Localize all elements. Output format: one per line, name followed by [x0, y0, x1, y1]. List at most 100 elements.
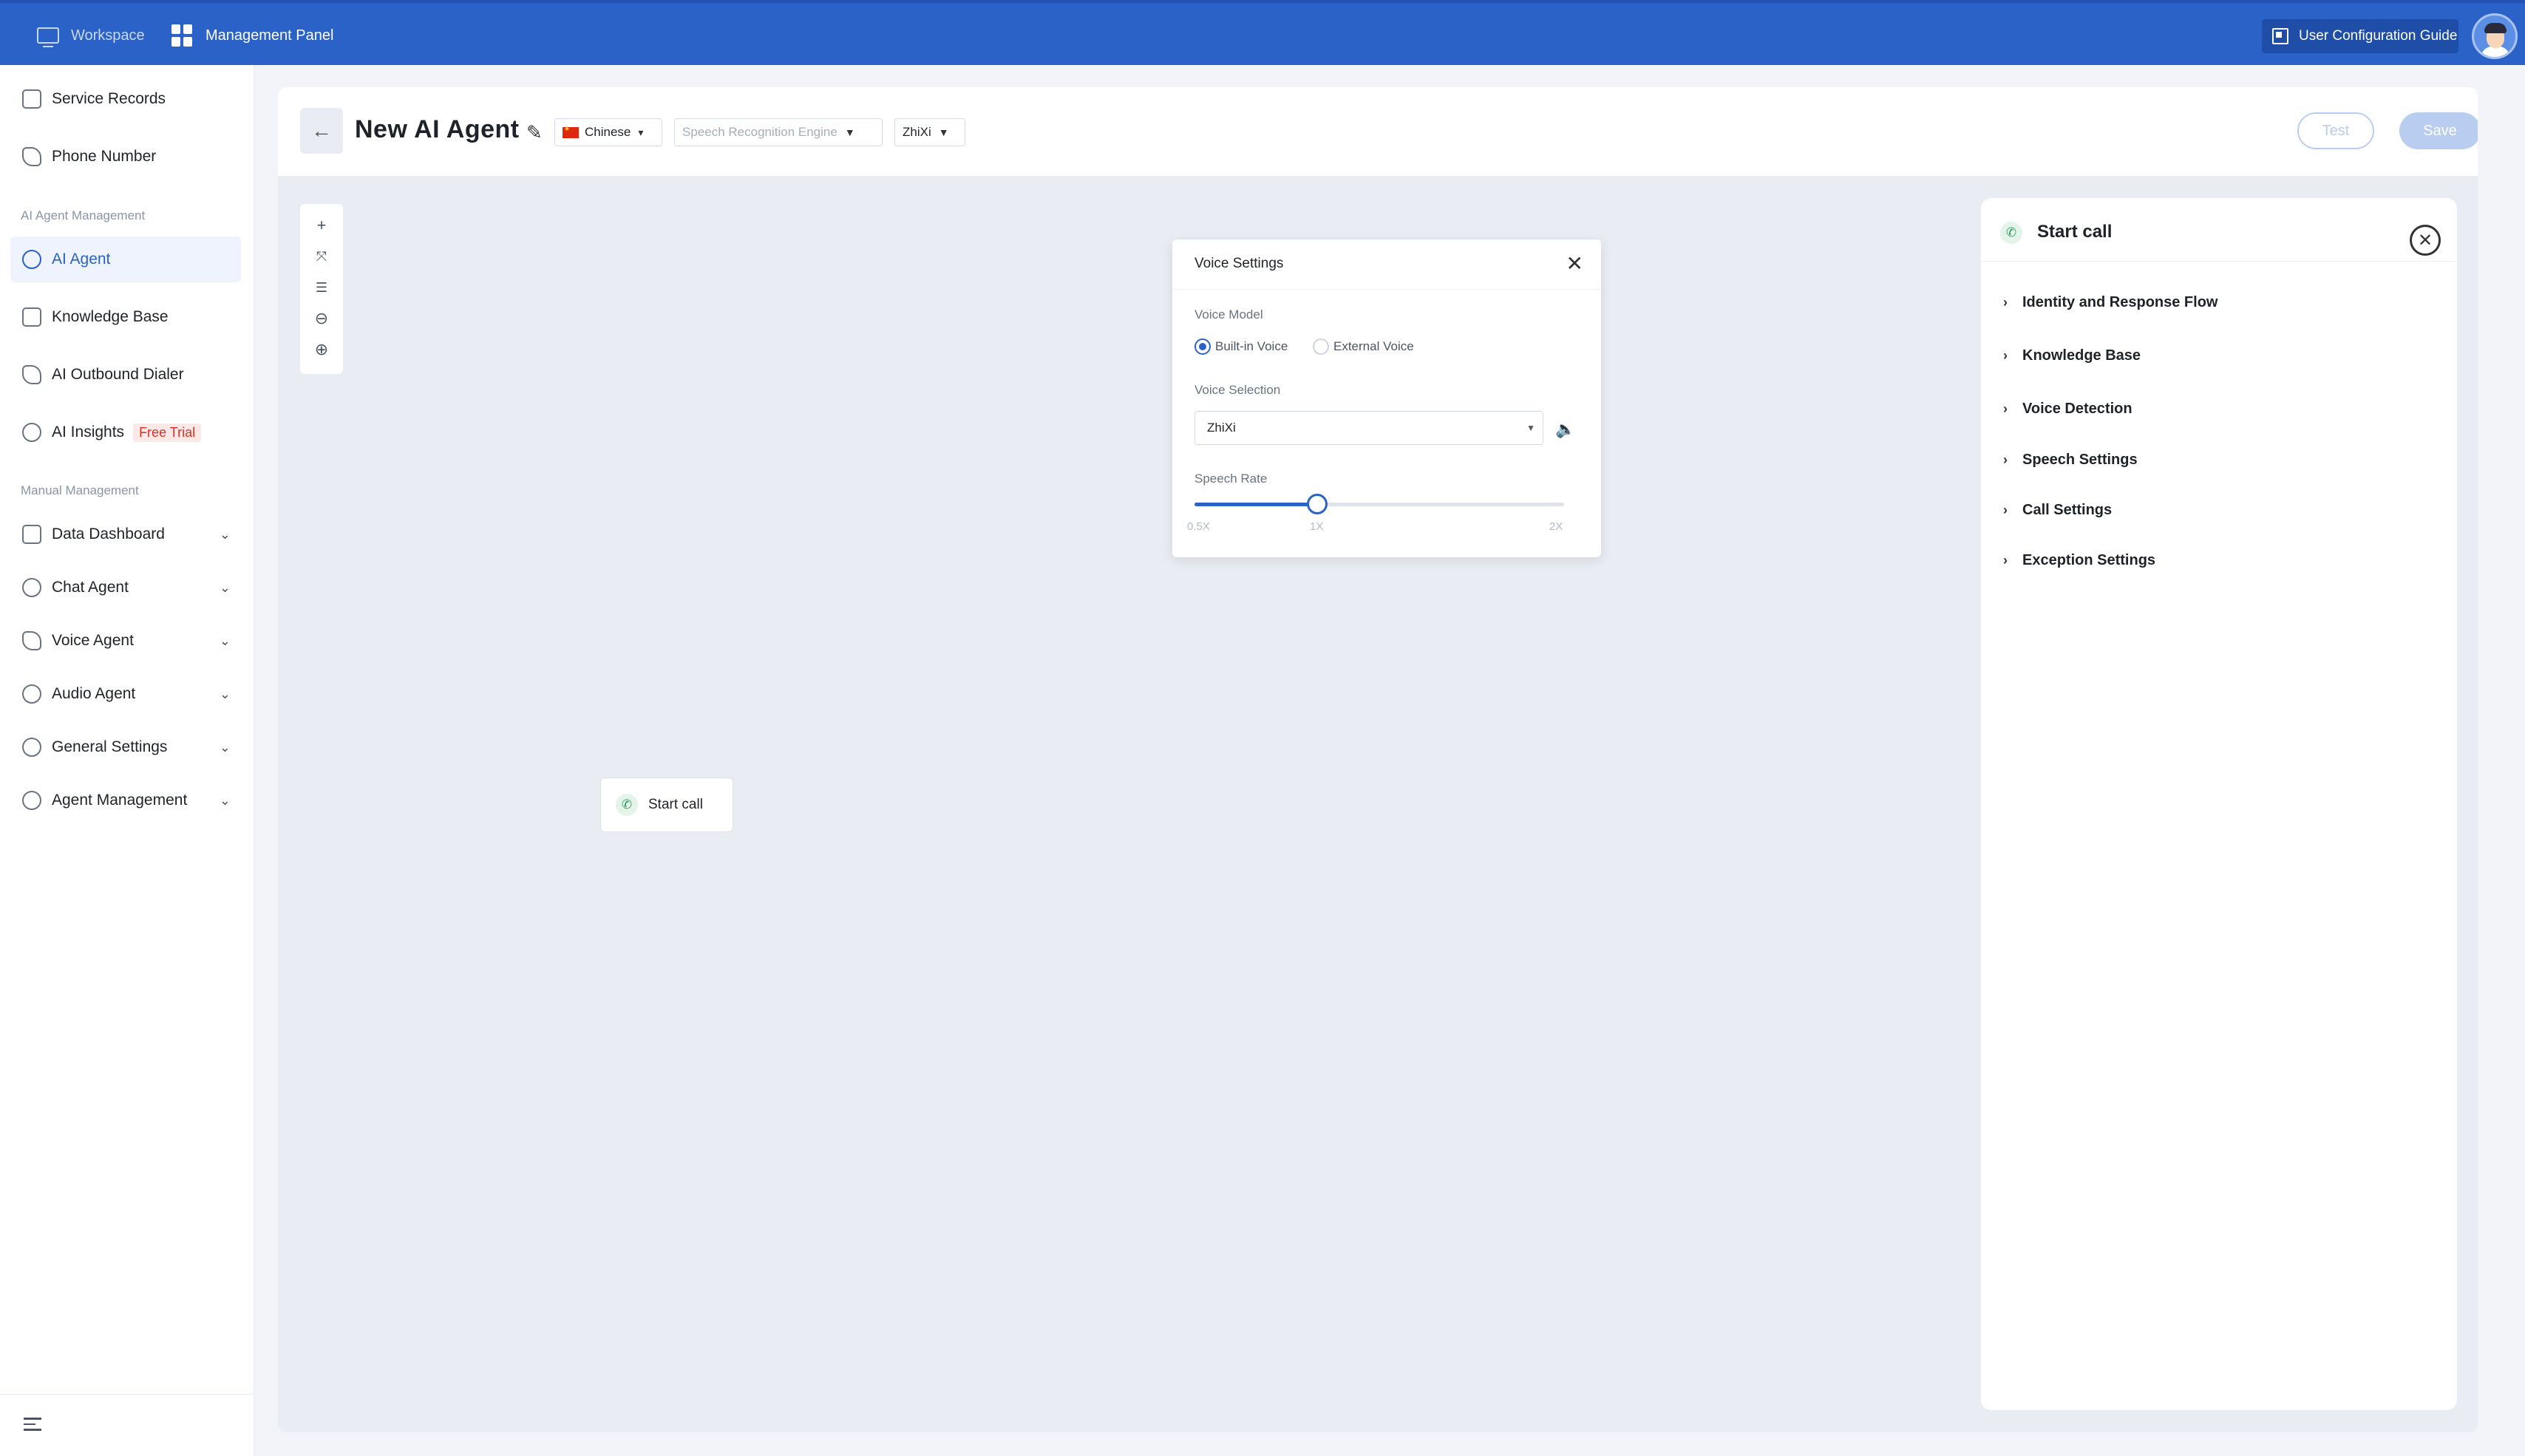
main-canvas-area: ← New AI Agent ✎ Chinese ▾ Speech Recogn… [278, 87, 2478, 1432]
start-call-node[interactable]: ✆ Start call [600, 778, 733, 832]
sidebar-item-label: Knowledge Base [52, 308, 169, 325]
management-panel-link[interactable]: Management Panel [171, 22, 333, 49]
section-exception-settings[interactable]: › Exception Settings [2003, 552, 2155, 569]
phone-icon [22, 147, 41, 166]
language-select[interactable]: Chinese ▾ [554, 118, 662, 146]
voice-select[interactable]: ZhiXi ▼ [894, 118, 965, 146]
users-icon [22, 791, 41, 810]
gear-icon [22, 738, 41, 757]
sidebar-item-agent-management[interactable]: Agent Management ⌄ [10, 778, 241, 823]
node-properties-panel: ✆ Start call ✕ › Identity and Response Fl… [1981, 198, 2457, 1410]
panel-header: ✆ Start call ✕ [1981, 198, 2457, 262]
close-icon[interactable]: ✕ [1566, 251, 1583, 276]
sidebar-item-audio-agent[interactable]: Audio Agent ⌄ [10, 671, 241, 717]
sidebar-item-knowledge-base[interactable]: Knowledge Base [10, 294, 241, 340]
zoom-in-icon[interactable]: ⊕ [310, 339, 333, 361]
section-label: Call Settings [2022, 502, 2113, 518]
sidebar-item-label: Chat Agent [52, 579, 129, 596]
sidebar-item-label: Agent Management [52, 792, 188, 809]
caret-down-icon: ▼ [844, 126, 855, 138]
voice-settings-header: Voice Settings ✕ [1172, 239, 1601, 290]
section-label: Voice Detection [2022, 401, 2133, 417]
built-in-voice-label: Built-in Voice [1215, 339, 1288, 353]
section-identity-and-response-flow[interactable]: › Identity and Response Flow [2003, 294, 2218, 311]
chevron-right-icon: › [2003, 348, 2008, 363]
chevron-right-icon: › [2003, 401, 2008, 416]
sidebar-item-service-records[interactable]: Service Records [10, 76, 241, 122]
radio-unselected-icon [1313, 339, 1329, 355]
save-button[interactable]: Save [2399, 112, 2478, 149]
section-label: Knowledge Base [2022, 347, 2141, 364]
test-button[interactable]: Test [2297, 112, 2374, 149]
avatar[interactable] [2472, 13, 2518, 59]
zoom-out-icon[interactable]: ⊖ [310, 307, 333, 330]
sidebar-item-ai-insights[interactable]: AI Insights Free Trial [10, 409, 241, 455]
speech-rate-track[interactable] [1194, 503, 1564, 506]
caret-down-icon: ▾ [638, 126, 644, 138]
sidebar-item-ai-outbound-dialer[interactable]: AI Outbound Dialer [10, 352, 241, 398]
sidebar-item-ai-agent[interactable]: AI Agent [10, 237, 241, 282]
grid-icon [171, 24, 194, 47]
monitor-icon [37, 27, 59, 47]
sidebar-item-label: Voice Agent [52, 632, 134, 649]
chevron-down-icon: ⌄ [219, 526, 231, 542]
sidebar-item-label: AI Agent [52, 251, 111, 268]
document-icon [22, 89, 41, 109]
caret-down-icon: ▼ [1526, 423, 1535, 433]
node-label: Start call [648, 797, 703, 812]
speech-rate-slider-handle[interactable] [1307, 494, 1328, 514]
speech-rate-label: Speech Rate [1194, 472, 1268, 486]
sidebar-item-phone-number[interactable]: Phone Number [10, 134, 241, 180]
phone-icon: ✆ [616, 794, 638, 816]
section-speech-settings[interactable]: › Speech Settings [2003, 452, 2138, 469]
built-in-voice-radio[interactable]: Built-in Voice [1194, 339, 1288, 355]
phone-icon [22, 631, 41, 650]
panel-title: Start call [2037, 222, 2113, 242]
voice-model-label: Voice Model [1194, 307, 1263, 322]
sidebar-item-general-settings[interactable]: General Settings ⌄ [10, 724, 241, 770]
sidebar-item-label: AI Outbound Dialer [52, 366, 184, 383]
free-trial-badge: Free Trial [133, 423, 202, 442]
collapse-menu-icon[interactable] [24, 1418, 41, 1432]
speech-rate-fill [1194, 503, 1317, 506]
speech-recognition-engine-select[interactable]: Speech Recognition Engine ▼ [674, 118, 883, 146]
workspace-link[interactable]: Workspace [37, 22, 145, 49]
sidebar-item-voice-agent[interactable]: Voice Agent ⌄ [10, 618, 241, 664]
rate-min-label: 0.5X [1187, 520, 1210, 533]
section-label: Speech Settings [2022, 452, 2138, 468]
chevron-right-icon: › [2003, 553, 2008, 568]
voice-settings-title: Voice Settings [1194, 256, 1284, 271]
voice-value: ZhiXi [903, 125, 931, 139]
engine-placeholder: Speech Recognition Engine [682, 125, 837, 139]
close-icon[interactable]: ✕ [2410, 225, 2441, 256]
gear-icon [22, 250, 41, 269]
agent-header: ← New AI Agent ✎ Chinese ▾ Speech Recogn… [278, 87, 2478, 176]
rate-max-label: 2X [1549, 520, 1563, 533]
fit-view-icon[interactable]: ⤧ [310, 245, 333, 268]
page-title: New AI Agent [355, 115, 520, 143]
chevron-down-icon: ⌄ [219, 792, 231, 808]
voice-selection-select[interactable]: ZhiXi ▼ [1194, 411, 1543, 445]
section-voice-detection[interactable]: › Voice Detection [2003, 401, 2133, 418]
phone-icon: ✆ [2000, 222, 2022, 244]
speaker-icon[interactable]: 🔈 [1555, 420, 1575, 439]
language-value: Chinese [585, 125, 631, 139]
add-icon[interactable]: + [310, 214, 333, 237]
back-button[interactable]: ← [300, 108, 343, 154]
edit-icon[interactable]: ✎ [526, 121, 543, 144]
auto-layout-icon[interactable]: ☰ [310, 276, 333, 299]
sidebar-item-chat-agent[interactable]: Chat Agent ⌄ [10, 565, 241, 610]
arrow-left-icon: ← [311, 119, 332, 142]
sidebar-item-data-dashboard[interactable]: Data Dashboard ⌄ [10, 511, 241, 557]
section-call-settings[interactable]: › Call Settings [2003, 502, 2112, 519]
grid-icon [22, 525, 41, 544]
chevron-down-icon: ⌄ [219, 579, 231, 595]
user-configuration-guide-button[interactable]: User Configuration Guide [2262, 19, 2458, 53]
external-voice-radio[interactable]: External Voice [1313, 339, 1414, 355]
book-icon [2272, 28, 2288, 44]
section-label: Identity and Response Flow [2022, 294, 2218, 310]
section-knowledge-base[interactable]: › Knowledge Base [2003, 347, 2141, 364]
phone-outgoing-icon [22, 365, 41, 384]
management-panel-label: Management Panel [205, 27, 334, 44]
headset-icon [22, 578, 41, 597]
